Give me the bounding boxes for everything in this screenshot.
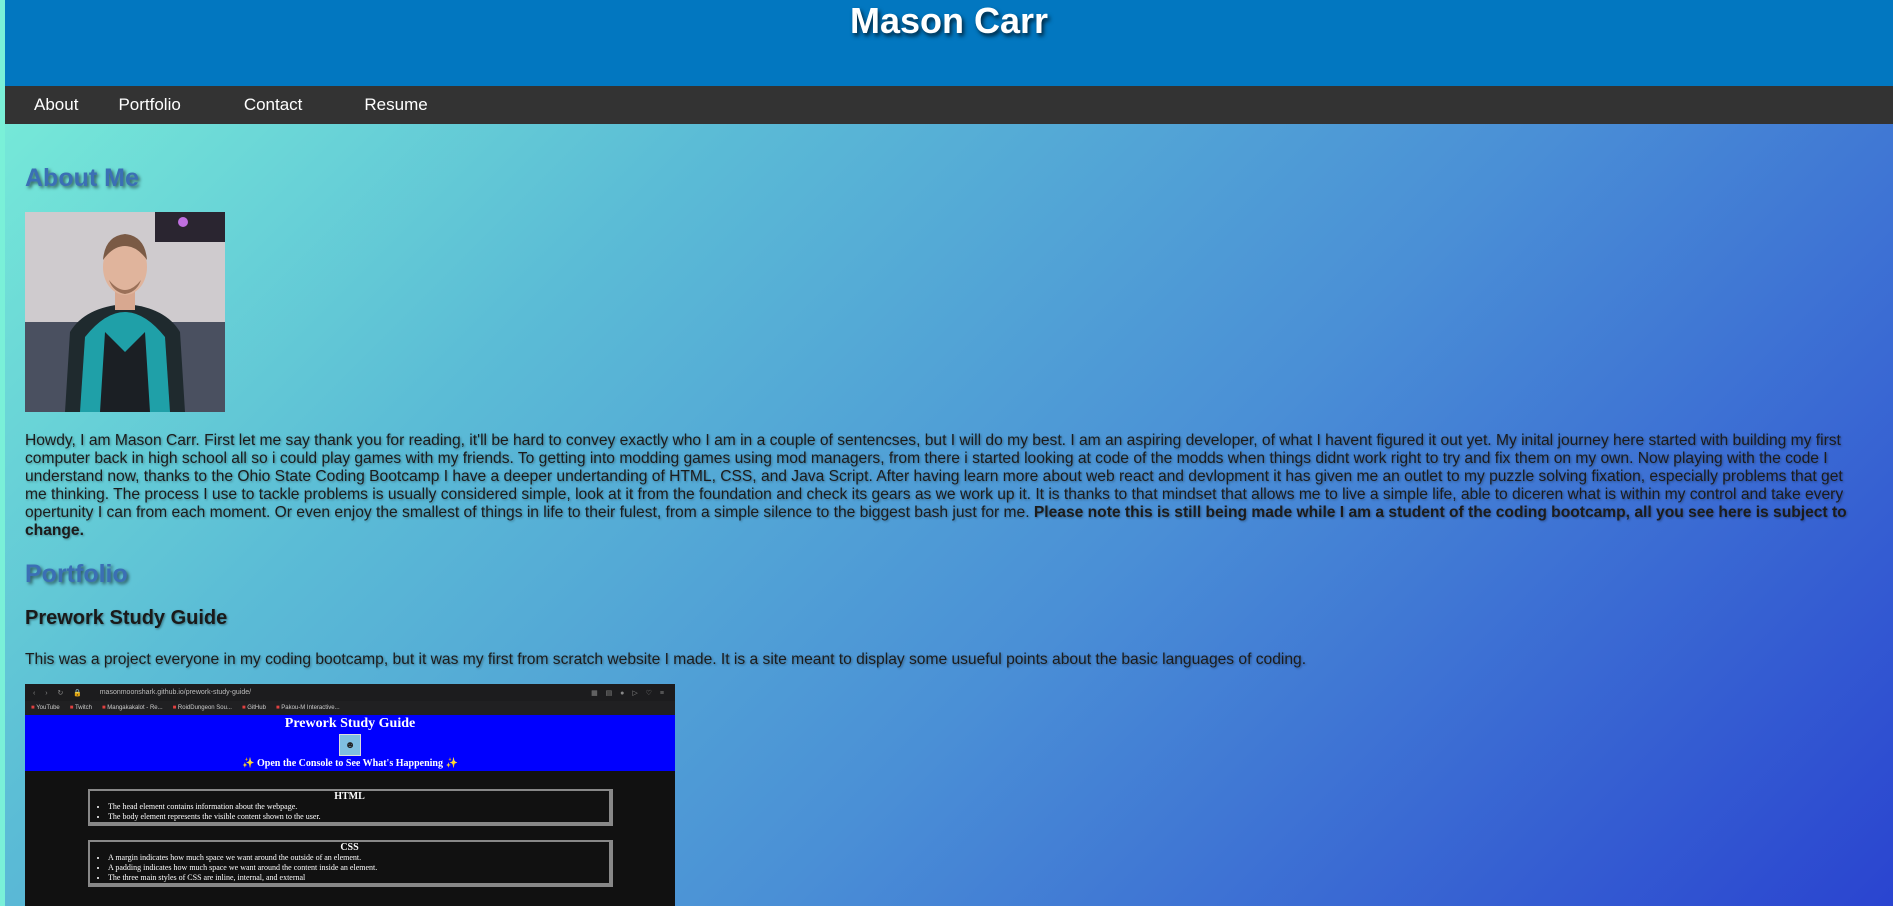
bookmark-item: Mangakakalot - Re... [102,705,162,711]
profile-photo [25,212,225,412]
section-item: The head element contains information ab… [108,802,609,812]
about-bio: Howdy, I am Mason Carr. First let me say… [25,432,1861,540]
bookmark-item: RoidDungeon Sou... [173,705,232,711]
nav-contact-link[interactable]: Contact [244,95,303,115]
screenshot-url: masonmoonshark.github.io/prework-study-g… [99,689,252,696]
screenshot-css-section: CSS A margin indicates how much space we… [88,840,613,887]
logo-icon: ☻ [339,734,361,756]
nav-portfolio-link[interactable]: Portfolio [118,95,180,115]
lock-icon: 🔒 [73,689,82,697]
section-title: CSS [340,842,359,853]
page-left-edge [0,0,5,906]
project-screenshot[interactable]: ‹ › ↻ 🔒 masonmoonshark.github.io/prework… [25,684,675,906]
screenshot-page-title: Prework Study Guide [284,716,416,731]
screenshot-browser-bar: ‹ › ↻ 🔒 masonmoonshark.github.io/prework… [25,684,675,701]
bookmark-item: YouTube [31,705,60,711]
bookmark-item: GitHub [242,705,266,711]
section-item: A margin indicates how much space we wan… [108,853,609,863]
nav-resume-link[interactable]: Resume [364,95,427,115]
bookmark-item: Pakou-M Interactive... [276,705,339,711]
section-item: The body element represents the visible … [108,812,609,822]
nav-about-link[interactable]: About [34,95,78,115]
section-item: The three main styles of CSS are inline,… [108,873,609,883]
screenshot-bookmarks: YouTube Twitch Mangakakalot - Re... Roid… [25,701,675,715]
project-title: Prework Study Guide [25,607,228,629]
browser-tool-icons: ▦ ▤ ● ▷ ♡ ≡ [591,689,667,697]
site-header: Mason Carr [5,0,1893,86]
bookmark-item: Twitch [70,705,92,711]
browser-nav-icons: ‹ › ↻ [33,689,68,697]
about-heading: About Me [25,164,139,192]
portfolio-heading: Portfolio [25,560,128,588]
section-item: A padding indicates how much space we wa… [108,863,609,873]
screenshot-console-note: ✨ Open the Console to See What's Happeni… [242,758,458,769]
project-description: This was a project everyone in my coding… [25,651,1307,668]
screenshot-page-header: Prework Study Guide ☻ ✨ Open the Console… [25,715,675,771]
section-title: HTML [334,791,365,802]
screenshot-html-section: HTML The head element contains informati… [88,789,613,826]
site-title: Mason Carr [849,0,1049,41]
main-nav: About Portfolio Contact Resume [5,86,1893,124]
